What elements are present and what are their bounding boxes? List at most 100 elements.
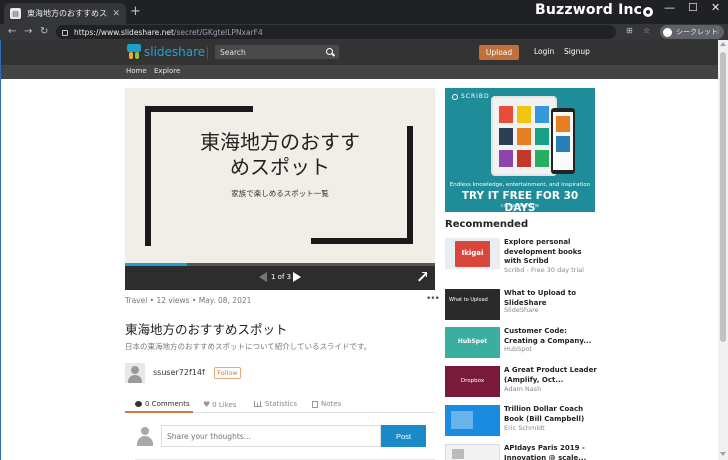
profile-icon[interactable] <box>643 7 653 17</box>
url-path: /secret/GKgtelLPNxarF4 <box>173 27 263 37</box>
book-cover <box>499 106 513 123</box>
recommended-item[interactable]: Dropbox A Great Product Leader (Amplify,… <box>445 366 597 400</box>
recommended-thumbnail: What to Upload <box>445 289 500 320</box>
recommended-title[interactable]: APIdays Paris 2019 - Innovation @ scale.… <box>504 444 597 460</box>
tab-notes[interactable]: Notes <box>312 400 341 408</box>
forward-icon[interactable]: → <box>24 25 32 39</box>
search-icon[interactable] <box>326 47 335 57</box>
slide-bracket-top <box>145 106 253 112</box>
book-cover <box>499 128 513 145</box>
url-field[interactable]: https://www.slideshare.net/secret/GKgtel… <box>56 25 616 39</box>
tab-likes[interactable]: ♥ 0 Likes <box>203 400 236 409</box>
slide-title: 東海地方のおすす めスポット <box>125 130 435 180</box>
slideshare-logo[interactable]: slideshare <box>127 44 205 60</box>
browser-tabstrip: ▤ 東海地方のおすすめスポット ✕ + Buzzword Inc. — ☐ ✕ <box>0 0 728 24</box>
phone-illustration <box>551 108 575 174</box>
scribd-ad[interactable]: SCRIBD Endless knowledge, entertainment,… <box>445 88 595 212</box>
post-button[interactable]: Post <box>381 425 426 447</box>
recommended-item[interactable]: APIdays Paris 2019 - Innovation @ scale.… <box>445 444 595 460</box>
search-input[interactable]: Search <box>215 45 339 59</box>
recommended-title[interactable]: A Great Product Leader (Amplify, Oct... <box>504 366 597 385</box>
scribd-brand-label: SCRIBD <box>461 93 490 100</box>
maximize-button[interactable]: ☐ <box>688 1 698 14</box>
slide-controls: 1 of 3 <box>125 263 435 290</box>
slide-viewer[interactable]: 東海地方のおすす めスポット 家族で楽しめるスポット一覧 <box>125 88 435 263</box>
slide-meta: Travel • 12 views • May. 08, 2021 <box>125 296 252 305</box>
book-cover <box>499 150 513 167</box>
book-cover <box>517 150 531 167</box>
fullscreen-icon[interactable] <box>417 272 427 281</box>
browser-menu-icon[interactable]: ⋮ <box>714 26 722 35</box>
next-slide-icon[interactable] <box>293 272 301 282</box>
more-options-icon[interactable]: ••• <box>426 294 440 304</box>
active-tab-underline <box>125 411 193 413</box>
book-cover <box>535 150 549 167</box>
upload-button[interactable]: Upload <box>479 45 519 60</box>
prev-slide-icon[interactable] <box>259 272 267 282</box>
thumb-label: HubSpot <box>457 338 488 345</box>
comment-input[interactable] <box>161 425 381 447</box>
heart-icon: ♥ <box>203 400 211 409</box>
tab-close-icon[interactable]: ✕ <box>112 9 120 19</box>
statistics-icon <box>254 401 262 407</box>
tab-notes-label: Notes <box>321 400 342 408</box>
book-cover <box>517 106 531 123</box>
signup-link[interactable]: Signup <box>564 47 590 56</box>
back-icon[interactable]: ← <box>8 25 16 39</box>
browser-tab[interactable]: ▤ 東海地方のおすすめスポット ✕ <box>4 3 126 24</box>
tab-title: 東海地方のおすすめスポット <box>27 9 108 18</box>
detail-tabs: 0 Comments ♥ 0 Likes Statistics Notes <box>125 398 435 413</box>
tab-statistics[interactable]: Statistics <box>254 400 297 408</box>
recommended-thumbnail: Ikigai <box>445 238 500 269</box>
recommended-item[interactable]: Trillion Dollar Coach Book (Bill Campbel… <box>445 405 595 439</box>
tab-comments[interactable]: 0 Comments <box>135 400 190 408</box>
ad-tagline: Endless knowledge, entertainment, and in… <box>449 182 591 188</box>
logo-text: slideshare <box>144 45 206 59</box>
bookmark-star-icon[interactable]: ☆ <box>643 26 650 35</box>
recommended-title[interactable]: Explore personal development books with … <box>504 238 597 267</box>
book-cover <box>535 106 549 123</box>
recommended-title[interactable]: Trillion Dollar Coach Book (Bill Campbel… <box>504 405 597 424</box>
translate-icon[interactable]: ⊞ <box>626 26 633 35</box>
nav-explore[interactable]: Explore <box>154 67 180 75</box>
thumb-label: What to Upload <box>449 297 488 303</box>
page-scrollbar[interactable] <box>718 40 728 460</box>
slide-bracket-bottom <box>311 238 413 244</box>
recommended-source: Eric Schmidt <box>504 424 545 432</box>
reload-icon[interactable]: ↻ <box>40 25 48 39</box>
comment-icon <box>135 401 142 407</box>
recommended-title[interactable]: Customer Code: Creating a Company... <box>504 327 597 346</box>
follow-button[interactable]: Follow <box>214 367 241 379</box>
slideshare-logo-icon <box>127 44 141 60</box>
scrollbar-thumb[interactable] <box>720 52 726 342</box>
document-title: 東海地方のおすすめスポット <box>125 322 288 337</box>
slide-progress-track[interactable] <box>125 263 435 266</box>
nav-home[interactable]: Home <box>126 67 147 75</box>
author-name[interactable]: ssuser72f14f <box>153 368 205 377</box>
recommended-item[interactable]: Ikigai Explore personal development book… <box>445 238 597 274</box>
login-link[interactable]: Login <box>534 47 554 56</box>
minimize-button[interactable]: — <box>664 1 675 14</box>
book-cover <box>535 128 549 145</box>
recommended-source: Adam Nash <box>504 385 542 393</box>
scroll-down-icon[interactable] <box>720 452 726 456</box>
brand-overlay: Buzzword Inc. <box>535 2 648 18</box>
book-cover <box>556 116 570 132</box>
book-cover <box>517 128 531 145</box>
recommended-source: HubSpot <box>504 345 532 353</box>
scroll-up-icon[interactable] <box>720 42 726 46</box>
close-window-button[interactable]: ✕ <box>711 1 720 14</box>
recommended-item[interactable]: HubSpot Customer Code: Creating a Compan… <box>445 327 595 361</box>
recommended-thumbnail <box>445 405 500 436</box>
recommended-item[interactable]: What to Upload What to Upload to SlideSh… <box>445 289 595 323</box>
new-tab-button[interactable]: + <box>130 4 141 20</box>
header-divider <box>207 47 208 59</box>
recommended-thumbnail: HubSpot <box>445 327 500 358</box>
tab-likes-label: 0 Likes <box>212 400 237 409</box>
sub-navigation: Home Explore <box>0 65 728 79</box>
book-cover <box>556 136 570 152</box>
author-avatar[interactable] <box>125 363 145 383</box>
scribd-brand: SCRIBD <box>452 93 490 100</box>
document-description: 日本の東海地方のおすすめスポットについて紹介しているスライドです。 <box>125 342 372 351</box>
incognito-icon <box>663 27 672 37</box>
